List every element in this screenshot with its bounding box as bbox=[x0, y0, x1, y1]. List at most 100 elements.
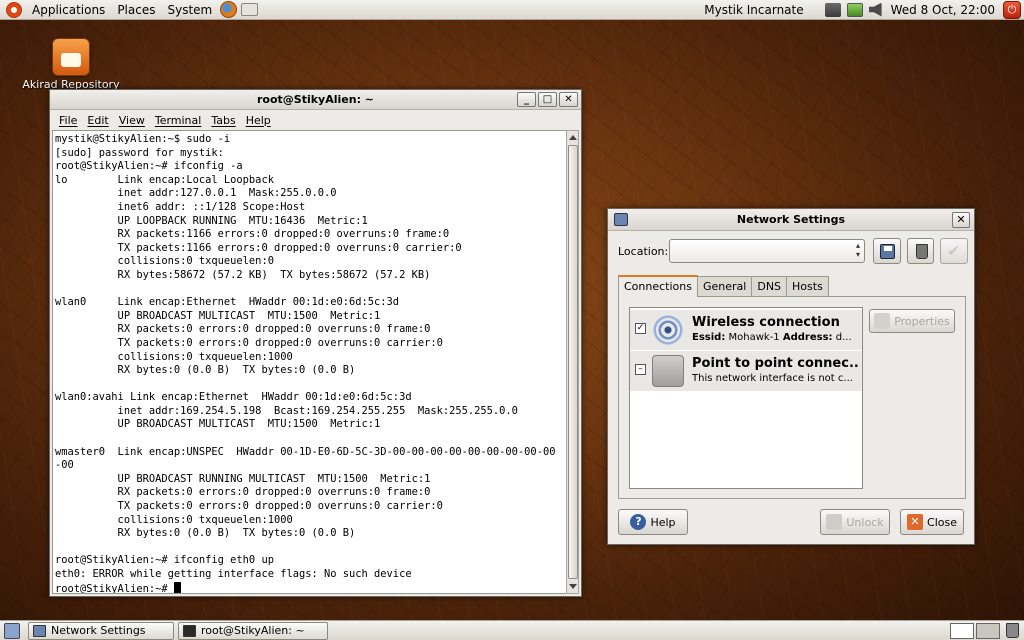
settings-tabs: Connections General DNS Hosts bbox=[618, 275, 829, 297]
trash-icon bbox=[915, 244, 928, 259]
tab-general[interactable]: General bbox=[696, 276, 753, 297]
detail-key: Address: bbox=[782, 332, 833, 343]
terminal-line: wmaster0 Link encap:UNSPEC HWaddr 00-1D-… bbox=[55, 445, 556, 458]
ppp-enabled-checkbox[interactable]: – bbox=[635, 364, 646, 375]
terminal-line: collisions:0 txqueuelen:0 bbox=[55, 255, 274, 268]
scroll-down-arrow-icon[interactable] bbox=[569, 584, 577, 589]
wireless-enabled-checkbox[interactable]: ✓ bbox=[635, 323, 646, 334]
terminal-line: RX bytes:58672 (57.2 KB) TX bytes:58672 … bbox=[55, 268, 431, 281]
terminal-line: eth0: ERROR while getting interface flag… bbox=[55, 568, 412, 580]
terminal-output[interactable]: mystik@StikyAlien:~$ sudo -i [sudo] passw… bbox=[52, 130, 567, 594]
save-location-button[interactable] bbox=[872, 238, 901, 264]
unlock-label: Unlock bbox=[846, 515, 884, 529]
network-settings-icon bbox=[614, 213, 628, 226]
connection-name: Point to point connec... bbox=[692, 356, 860, 371]
tab-dns[interactable]: DNS bbox=[751, 276, 788, 297]
terminal-line: TX packets:1166 errors:0 dropped:0 overr… bbox=[55, 241, 462, 254]
wireless-antenna-icon bbox=[652, 314, 684, 346]
terminal-line: root@StikyAlien:~# ifconfig -a bbox=[55, 160, 243, 173]
desktop-icon-akirad-repository[interactable]: Akirad Repository bbox=[22, 38, 120, 91]
bottom-panel: Network Settings root@StikyAlien: ~ bbox=[0, 620, 1024, 640]
terminal-line: TX packets:0 errors:0 dropped:0 overruns… bbox=[55, 500, 443, 513]
power-icon[interactable]: ⏻ bbox=[1003, 0, 1021, 19]
terminal-cursor bbox=[173, 581, 181, 593]
menu-view[interactable]: View bbox=[114, 114, 150, 127]
trash-icon[interactable] bbox=[1006, 623, 1019, 638]
scrollbar-thumb[interactable] bbox=[568, 145, 578, 579]
menu-places[interactable]: Places bbox=[111, 0, 161, 20]
network-tray-icon[interactable] bbox=[824, 2, 841, 17]
package-repository-icon bbox=[52, 38, 90, 76]
network-settings-icon bbox=[33, 625, 46, 637]
terminal-line: [sudo] password for mystik: bbox=[55, 146, 224, 159]
help-label: Help bbox=[650, 515, 676, 529]
delete-location-button[interactable] bbox=[906, 238, 935, 264]
close-button[interactable]: ✕ bbox=[559, 92, 578, 107]
mail-launcher-icon[interactable] bbox=[241, 3, 259, 16]
terminal-menubar: File Edit View Terminal Tabs Help bbox=[50, 110, 581, 130]
terminal-line: -00 bbox=[55, 459, 74, 472]
connection-detail: This network interface is not c... bbox=[692, 373, 853, 384]
connections-panel: ✓ Wireless connection Essid: Mohawk-1 Ad… bbox=[618, 296, 966, 499]
maximize-button[interactable]: □ bbox=[538, 92, 557, 107]
close-dialog-button[interactable]: ✕ Close bbox=[900, 509, 964, 535]
tab-connections[interactable]: Connections bbox=[618, 275, 698, 297]
menu-file[interactable]: File bbox=[54, 114, 82, 127]
task-label: root@StikyAlien: ~ bbox=[201, 624, 305, 637]
properties-icon bbox=[874, 313, 891, 329]
terminal-line: inet addr:127.0.0.1 Mask:255.0.0.0 bbox=[55, 187, 337, 200]
close-icon: ✕ bbox=[907, 514, 924, 530]
close-button[interactable]: ✕ bbox=[952, 212, 970, 228]
window-title: root@StikyAlien: ~ bbox=[256, 93, 375, 106]
show-desktop-icon[interactable] bbox=[4, 623, 20, 639]
floppy-save-icon bbox=[879, 244, 895, 259]
minimize-button[interactable]: _ bbox=[517, 92, 536, 107]
detail-key: Essid: bbox=[692, 332, 726, 343]
help-button[interactable]: ? Help bbox=[618, 509, 688, 535]
ubuntu-logo-icon[interactable] bbox=[6, 1, 22, 18]
location-combo[interactable] bbox=[669, 239, 865, 263]
terminal-line: inet addr:169.254.5.198 Bcast:169.254.25… bbox=[55, 404, 518, 417]
terminal-line: UP BROADCAST MULTICAST MTU:1500 Metric:1 bbox=[55, 418, 381, 431]
unlock-button[interactable]: Unlock bbox=[820, 509, 890, 535]
list-item-point-to-point[interactable]: – Point to point connec... This network … bbox=[630, 351, 862, 391]
task-label: Network Settings bbox=[51, 624, 146, 637]
terminal-window: root@StikyAlien: ~ _ □ ✕ File Edit View … bbox=[49, 89, 582, 597]
battery-tray-icon[interactable] bbox=[846, 2, 863, 17]
connection-name: Wireless connection bbox=[692, 315, 840, 330]
workspace-2[interactable] bbox=[976, 623, 1000, 639]
menu-terminal[interactable]: Terminal bbox=[150, 114, 207, 127]
window-title: Network Settings bbox=[736, 213, 846, 226]
connections-list[interactable]: ✓ Wireless connection Essid: Mohawk-1 Ad… bbox=[629, 307, 863, 489]
workspace-1[interactable] bbox=[950, 623, 974, 639]
clock[interactable]: Wed 8 Oct, 22:00 bbox=[885, 3, 1001, 17]
firefox-launcher-icon[interactable] bbox=[220, 1, 238, 18]
terminal-titlebar[interactable]: root@StikyAlien: ~ _ □ ✕ bbox=[50, 90, 581, 110]
connection-detail: Essid: Mohawk-1 Address: d... bbox=[692, 332, 860, 343]
tab-hosts[interactable]: Hosts bbox=[786, 276, 829, 297]
location-row: Location: ✔ bbox=[618, 237, 969, 265]
menu-edit[interactable]: Edit bbox=[82, 114, 113, 127]
list-item-wireless-connection[interactable]: ✓ Wireless connection Essid: Mohawk-1 Ad… bbox=[630, 310, 862, 350]
terminal-line: RX packets:1166 errors:0 dropped:0 overr… bbox=[55, 228, 450, 241]
terminal-line: wlan0:avahi Link encap:Ethernet HWaddr 0… bbox=[55, 391, 412, 404]
menu-help[interactable]: Help bbox=[241, 114, 276, 127]
terminal-line: collisions:0 txqueuelen:1000 bbox=[55, 513, 293, 526]
help-icon: ? bbox=[630, 514, 647, 530]
detail-value: Mohawk-1 bbox=[728, 332, 780, 343]
volume-tray-icon[interactable] bbox=[868, 2, 882, 17]
network-settings-titlebar[interactable]: Network Settings ✕ bbox=[608, 209, 974, 231]
menu-applications[interactable]: Applications bbox=[26, 0, 111, 20]
user-switcher[interactable]: Mystik Incarnate bbox=[704, 3, 821, 17]
taskbar-item-network-settings[interactable]: Network Settings bbox=[28, 622, 174, 640]
properties-button[interactable]: Properties bbox=[869, 309, 955, 333]
terminal-scrollbar[interactable] bbox=[566, 130, 579, 594]
menu-system[interactable]: System bbox=[161, 0, 218, 20]
taskbar-item-terminal[interactable]: root@StikyAlien: ~ bbox=[178, 622, 328, 640]
terminal-line: RX bytes:0 (0.0 B) TX bytes:0 (0.0 B) bbox=[55, 527, 356, 540]
scroll-up-arrow-icon[interactable] bbox=[569, 135, 577, 140]
terminal-line: UP LOOPBACK RUNNING MTU:16436 Metric:1 bbox=[55, 214, 368, 227]
apply-location-button[interactable]: ✔ bbox=[940, 238, 969, 264]
menu-tabs[interactable]: Tabs bbox=[206, 114, 240, 127]
